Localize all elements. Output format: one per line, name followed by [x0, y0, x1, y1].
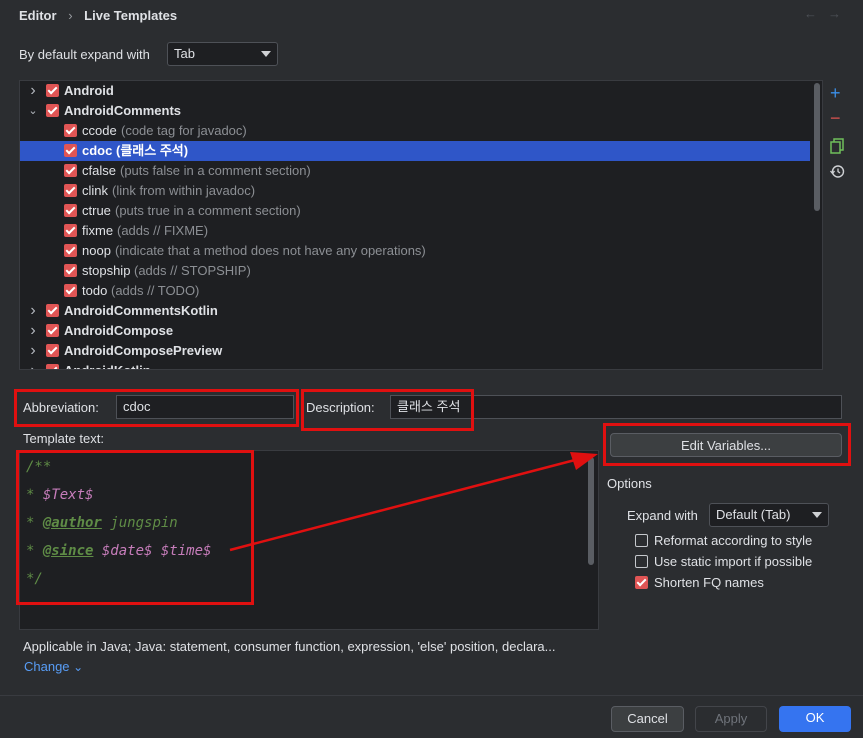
tree-row-description: (puts true in a comment section) — [115, 201, 301, 221]
chevron-down-icon[interactable]: ⌄ — [28, 101, 38, 121]
chevron-down-icon — [261, 51, 271, 57]
tree-row-description: (puts false in a comment section) — [120, 161, 311, 181]
change-link[interactable]: Change ⌄ — [24, 659, 83, 674]
reformat-checkbox[interactable] — [635, 534, 648, 547]
expand-default-value: Tab — [174, 46, 195, 61]
tree-row-description: (adds // TODO) — [111, 281, 199, 301]
tree-row-name: Android — [64, 81, 114, 101]
expand-default-dropdown[interactable]: Tab — [167, 42, 278, 66]
tree-row-name: stopship — [82, 261, 130, 281]
chevron-right-icon[interactable]: › — [28, 321, 38, 341]
tree-template-row[interactable]: stopship(adds // STOPSHIP) — [20, 261, 810, 281]
tree-row-name: AndroidComposePreview — [64, 341, 222, 361]
tree-row-name: ctrue — [82, 201, 111, 221]
annotation-box-edit-variables — [603, 423, 851, 466]
shorten-fq-checkbox[interactable] — [635, 576, 648, 589]
expand-with-value: Default (Tab) — [716, 507, 790, 522]
tree-scrollbar[interactable] — [814, 83, 820, 211]
restore-icon[interactable] — [830, 164, 845, 183]
tree-row-name: AndroidComments — [64, 101, 181, 121]
tree-checkbox[interactable] — [64, 264, 77, 277]
expand-with-label: Expand with — [627, 508, 698, 523]
tree-checkbox[interactable] — [46, 84, 59, 97]
tree-checkbox[interactable] — [64, 204, 77, 217]
expand-default-label: By default expand with — [19, 47, 150, 62]
tree-checkbox[interactable] — [46, 304, 59, 317]
tree-row-name: todo — [82, 281, 107, 301]
tree-checkbox[interactable] — [64, 284, 77, 297]
reformat-label: Reformat according to style — [654, 533, 812, 548]
options-title: Options — [607, 476, 652, 491]
chevron-right-icon[interactable]: › — [28, 301, 38, 321]
chevron-right-icon[interactable]: › — [28, 81, 38, 101]
tree-row-description: (indicate that a method does not have an… — [115, 241, 426, 261]
tree-row-name: cfalse — [82, 161, 116, 181]
static-import-checkbox[interactable] — [635, 555, 648, 568]
tree-row-name: AndroidCompose — [64, 321, 173, 341]
tree-row-name: cdoc — [82, 141, 112, 161]
tree-checkbox[interactable] — [64, 184, 77, 197]
tree-row-name: fixme — [82, 221, 113, 241]
ok-button[interactable]: OK — [779, 706, 851, 732]
tree-checkbox[interactable] — [46, 344, 59, 357]
tree-group-row[interactable]: › AndroidCompose — [20, 321, 810, 341]
annotation-box-description — [301, 389, 474, 431]
copy-icon[interactable] — [830, 138, 844, 158]
applicable-context-text: Applicable in Java; Java: statement, con… — [23, 639, 555, 654]
tree-checkbox[interactable] — [46, 324, 59, 337]
tree-checkbox[interactable] — [64, 164, 77, 177]
tree-template-row[interactable]: cfalse(puts false in a comment section) — [20, 161, 810, 181]
apply-button[interactable]: Apply — [695, 706, 767, 732]
expand-with-dropdown[interactable]: Default (Tab) — [709, 503, 829, 527]
breadcrumb: Editor › Live Templates — [19, 7, 177, 25]
tree-row-description: (link from within javadoc) — [112, 181, 255, 201]
tree-checkbox[interactable] — [64, 124, 77, 137]
tree-row-description: (code tag for javadoc) — [121, 121, 247, 141]
tree-template-row[interactable]: todo(adds // TODO) — [20, 281, 810, 301]
tree-group-row[interactable]: › AndroidComposePreview — [20, 341, 810, 361]
annotation-box-template-text — [16, 450, 254, 605]
breadcrumb-editor[interactable]: Editor — [19, 8, 57, 23]
tree-template-row[interactable]: fixme(adds // FIXME) — [20, 221, 810, 241]
tree-row-description: (클래스 주석) — [116, 141, 188, 161]
tree-row-description: (adds // STOPSHIP) — [134, 261, 251, 281]
annotation-box-abbreviation — [14, 389, 299, 427]
breadcrumb-separator: › — [68, 8, 72, 23]
template-tree[interactable]: › Android ⌄ AndroidCommentsccode(code tag f… — [19, 80, 823, 370]
tree-checkbox[interactable] — [64, 144, 77, 157]
editor-scrollbar[interactable] — [588, 457, 594, 565]
tree-template-row[interactable]: ccode(code tag for javadoc) — [20, 121, 810, 141]
tree-checkbox[interactable] — [64, 244, 77, 257]
breadcrumb-live-templates: Live Templates — [84, 8, 177, 23]
chevron-right-icon[interactable]: › — [28, 361, 38, 370]
tree-template-row[interactable]: cdoc(클래스 주석) — [20, 141, 810, 161]
tree-row-name: clink — [82, 181, 108, 201]
shorten-fq-label: Shorten FQ names — [654, 575, 764, 590]
static-import-label: Use static import if possible — [654, 554, 812, 569]
tree-group-row[interactable]: › AndroidKotlin — [20, 361, 810, 370]
tree-row-description: (adds // FIXME) — [117, 221, 208, 241]
back-arrow-icon[interactable]: ← — [804, 6, 817, 21]
tree-checkbox[interactable] — [46, 364, 59, 370]
tree-group-row[interactable]: › Android — [20, 81, 810, 101]
chevron-down-icon — [812, 512, 822, 518]
tree-checkbox[interactable] — [64, 224, 77, 237]
forward-arrow-icon[interactable]: → — [828, 6, 841, 21]
chevron-right-icon[interactable]: › — [28, 341, 38, 361]
tree-group-row[interactable]: › AndroidCommentsKotlin — [20, 301, 810, 321]
template-text-label: Template text: — [23, 431, 104, 446]
tree-template-row[interactable]: noop(indicate that a method does not hav… — [20, 241, 810, 261]
tree-row-name: ccode — [82, 121, 117, 141]
cancel-button[interactable]: Cancel — [611, 706, 684, 732]
tree-group-row[interactable]: ⌄ AndroidComments — [20, 101, 810, 121]
tree-row-name: noop — [82, 241, 111, 261]
tree-template-row[interactable]: clink(link from within javadoc) — [20, 181, 810, 201]
tree-checkbox[interactable] — [46, 104, 59, 117]
tree-row-name: AndroidKotlin — [64, 361, 151, 370]
tree-template-row[interactable]: ctrue(puts true in a comment section) — [20, 201, 810, 221]
tree-row-name: AndroidCommentsKotlin — [64, 301, 218, 321]
add-icon[interactable]: + — [830, 83, 841, 104]
remove-icon[interactable]: − — [830, 108, 841, 129]
chevron-down-icon: ⌄ — [73, 660, 83, 674]
